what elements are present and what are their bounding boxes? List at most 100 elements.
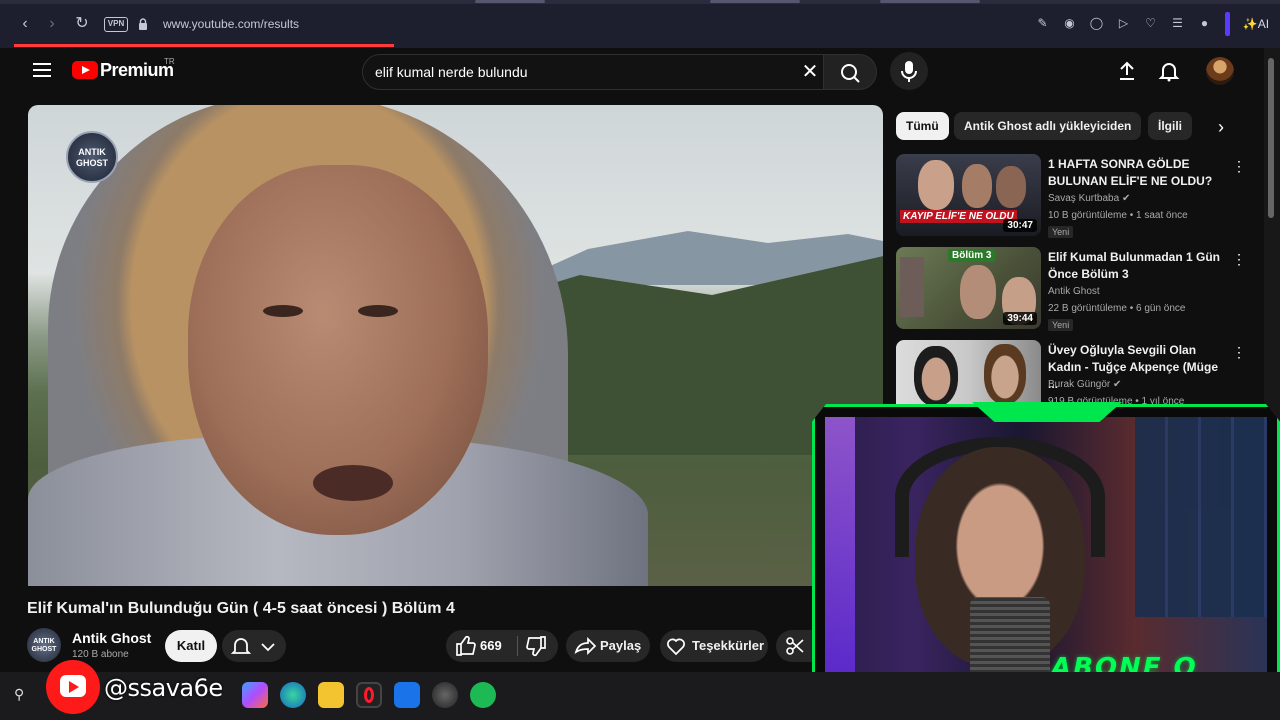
more-options-icon[interactable]: ⋮: [1232, 158, 1246, 174]
vpn-badge[interactable]: VPN: [104, 17, 128, 32]
file-explorer-icon[interactable]: [318, 682, 344, 708]
youtube-logo-icon[interactable]: [72, 61, 98, 79]
scissors-icon: [786, 637, 804, 655]
steam-icon[interactable]: [432, 682, 458, 708]
recommendation-channel[interactable]: Antik Ghost: [1048, 286, 1100, 297]
thumb-person: [914, 346, 958, 406]
chevron-right-icon[interactable]: ›: [1210, 116, 1232, 138]
mail-icon[interactable]: [394, 682, 420, 708]
ai-button[interactable]: ✨AI: [1238, 14, 1274, 34]
address-bar[interactable]: www.youtube.com/results: [163, 17, 299, 31]
chip-all[interactable]: Tümü: [896, 112, 949, 140]
sidebar-toggle[interactable]: [1225, 12, 1230, 36]
screen: ‹ › ↻ VPN www.youtube.com/results ✎ ◉ ◯ …: [0, 0, 1280, 720]
video-player[interactable]: ANTIK GHOST: [28, 105, 883, 586]
recommendation-title[interactable]: 1 HAFTA SONRA GÖLDE BULUNAN ELİF'E NE OL…: [1048, 156, 1228, 190]
new-badge: Yeni: [1048, 226, 1074, 238]
search-query[interactable]: elif kumal nerde bulundu: [375, 64, 528, 80]
tab-indicator[interactable]: [710, 0, 800, 3]
send-icon[interactable]: ▷: [1115, 15, 1132, 32]
thumb-caption: KAYIP ELİF'E NE OLDU: [900, 210, 1017, 223]
channel-label: Savaş Kurtbaba: [1048, 193, 1120, 204]
thanks-label[interactable]: Teşekkürler: [692, 638, 764, 653]
forward-icon[interactable]: ›: [42, 14, 62, 34]
verified-icon: ✔: [1121, 193, 1131, 204]
channel-avatar[interactable]: ANTIK GHOST: [27, 628, 61, 662]
search-input[interactable]: elif kumal nerde bulundu ✕: [362, 54, 824, 90]
thumb-person: [918, 160, 954, 210]
recommendation-meta: 22 B görüntüleme • 6 gün önce: [1048, 303, 1186, 314]
more-options-icon[interactable]: ⋮: [1232, 344, 1246, 360]
clear-search-icon[interactable]: ✕: [799, 61, 821, 83]
recommendation-thumbnail[interactable]: Bölüm 3 39:44: [896, 247, 1041, 329]
chevron-down-icon: [261, 643, 275, 652]
camera-icon[interactable]: ◉: [1061, 15, 1078, 32]
heart-icon[interactable]: ♡: [1142, 15, 1159, 32]
opera-icon[interactable]: [356, 682, 382, 708]
scrollbar-thumb[interactable]: [1268, 58, 1274, 218]
thumb-caption: Bölüm 3: [948, 249, 996, 262]
edit-icon[interactable]: ✎: [1034, 15, 1051, 32]
voice-search-button[interactable]: [890, 52, 928, 90]
play-icon: [69, 681, 79, 693]
video-duration: 30:47: [1003, 219, 1037, 232]
webcam-feed: ABONE O: [825, 417, 1267, 685]
back-icon[interactable]: ‹: [15, 14, 35, 34]
recommendation-item[interactable]: Üvey Oğluyla Sevgili Olan Kadın - Tuğçe …: [896, 340, 1252, 406]
microphone-icon: [901, 61, 917, 82]
channel-name[interactable]: Antik Ghost: [72, 630, 151, 646]
tab-indicator[interactable]: [880, 0, 980, 3]
recommendation-channel[interactable]: Burak Güngör ✔: [1048, 379, 1121, 390]
upload-icon[interactable]: [1116, 60, 1138, 82]
ai-icon: ✨: [1242, 17, 1258, 31]
recommendation-item[interactable]: KAYIP ELİF'E NE OLDU 30:47 1 HAFTA SONRA…: [896, 154, 1252, 238]
recommendation-meta: 10 B görüntüleme • 1 saat önce: [1048, 210, 1188, 221]
brand-label[interactable]: Premium: [100, 60, 174, 81]
player-eye: [358, 305, 398, 317]
subscription-bell-button[interactable]: [222, 630, 286, 662]
share-label[interactable]: Paylaş: [600, 638, 641, 653]
account-avatar[interactable]: [1206, 57, 1234, 85]
share-icon: [574, 636, 597, 656]
like-divider: [517, 636, 518, 656]
ai-label: AI: [1257, 17, 1270, 31]
recommendation-item[interactable]: Bölüm 3 39:44 Elif Kumal Bulunmadan 1 Gü…: [896, 247, 1252, 331]
profile-icon[interactable]: ●: [1196, 15, 1213, 32]
recommendation-channel[interactable]: Savaş Kurtbaba ✔: [1048, 193, 1130, 204]
reload-icon[interactable]: ↻: [72, 14, 92, 34]
menu-list-icon[interactable]: ☰: [1169, 15, 1186, 32]
channel-watermark-logo: ANTIK GHOST: [66, 131, 118, 183]
browser-toolbar: ‹ › ↻ VPN www.youtube.com/results ✎ ◉ ◯ …: [0, 0, 1280, 48]
like-dislike-group: [446, 630, 558, 662]
tab-indicator[interactable]: [475, 0, 545, 3]
page-load-progress: [14, 44, 394, 47]
recommendation-title[interactable]: Elif Kumal Bulunmadan 1 Gün Önce Bölüm 3: [1048, 249, 1228, 283]
search-button[interactable]: [823, 54, 877, 90]
copilot-icon[interactable]: [242, 682, 268, 708]
heart-dollar-icon: [667, 638, 685, 656]
thumb-person: [984, 344, 1026, 404]
taskbar-search-icon[interactable]: ⚲: [14, 686, 34, 706]
bell-icon: [230, 638, 252, 654]
spotify-icon[interactable]: [470, 682, 496, 708]
shield-icon[interactable]: ◯: [1088, 15, 1105, 32]
recommendation-thumbnail[interactable]: [896, 340, 1041, 406]
search-icon: [841, 64, 860, 83]
hamburger-menu-icon[interactable]: [33, 63, 51, 77]
verified-icon: ✔: [1113, 379, 1122, 390]
player-eye: [263, 305, 303, 317]
recommendation-thumbnail[interactable]: KAYIP ELİF'E NE OLDU 30:47: [896, 154, 1041, 236]
thumb-person: [962, 164, 992, 208]
subscriber-count: 120 B abone: [72, 649, 129, 660]
join-button[interactable]: Katıl: [165, 630, 217, 662]
notifications-bell-icon[interactable]: [1158, 60, 1180, 82]
edge-icon[interactable]: [280, 682, 306, 708]
youtube-header: Premium TR elif kumal nerde bulundu ✕: [0, 48, 1264, 96]
more-options-icon[interactable]: ⋮: [1232, 251, 1246, 267]
webcam-overlay: ABONE O: [812, 404, 1280, 696]
chip-from-uploader[interactable]: Antik Ghost adlı yükleyiciden: [954, 112, 1142, 140]
thumb-person: [960, 265, 996, 319]
like-button[interactable]: 669: [480, 638, 502, 653]
chip-related[interactable]: İlgili: [1148, 112, 1192, 140]
video-duration: 39:44: [1003, 312, 1037, 325]
